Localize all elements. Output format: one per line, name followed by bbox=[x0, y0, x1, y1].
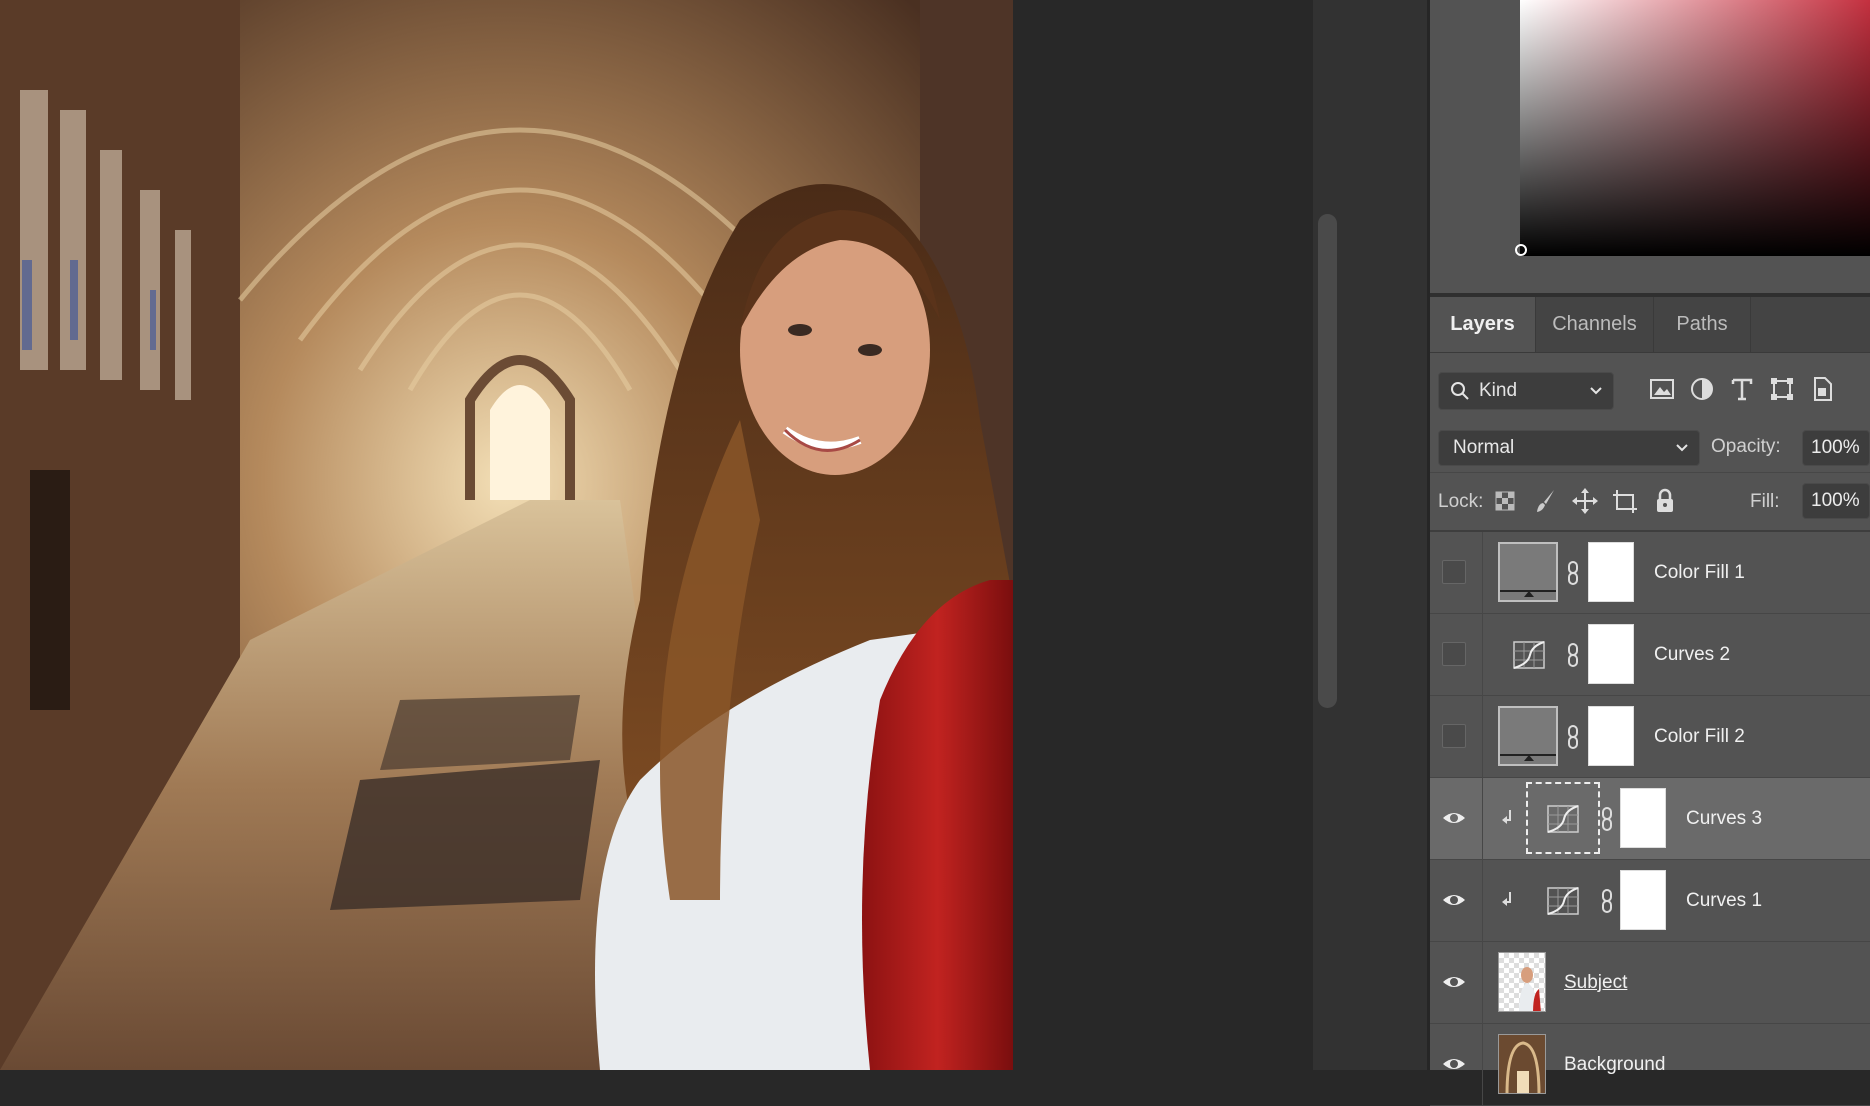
eye-icon[interactable] bbox=[1442, 970, 1466, 994]
tab-paths[interactable]: Paths bbox=[1654, 297, 1750, 352]
layer-row[interactable]: Background bbox=[1430, 1024, 1870, 1106]
layer-name[interactable]: Color Fill 2 bbox=[1654, 696, 1745, 778]
fill-label: Fill: bbox=[1750, 491, 1780, 512]
curves-icon[interactable] bbox=[1512, 638, 1546, 672]
right-panel: Layers Channels Paths Kind Normal Opacit… bbox=[1430, 0, 1870, 1106]
color-picker-marker[interactable] bbox=[1515, 244, 1527, 256]
adjustment-filter-icon[interactable] bbox=[1686, 376, 1718, 408]
blend-mode-value: Normal bbox=[1453, 437, 1515, 458]
layer-mask-thumbnail[interactable] bbox=[1588, 624, 1634, 684]
lock-label: Lock: bbox=[1438, 491, 1484, 512]
layer-row[interactable]: Curves 3 bbox=[1430, 778, 1870, 860]
layer-row[interactable]: Color Fill 1 bbox=[1430, 532, 1870, 614]
curves-icon[interactable] bbox=[1546, 802, 1580, 836]
document-canvas[interactable] bbox=[0, 0, 1013, 1070]
layer-filter-row: Kind bbox=[1430, 360, 1870, 420]
search-icon bbox=[1449, 373, 1471, 422]
background-layer-thumbnail[interactable] bbox=[1498, 1034, 1546, 1094]
kind-filter-select[interactable]: Kind bbox=[1438, 372, 1614, 410]
visibility-column-divider bbox=[1482, 860, 1483, 942]
eye-icon[interactable] bbox=[1442, 1052, 1466, 1076]
lock-row: Lock: Fill: 100% bbox=[1430, 474, 1870, 532]
lock-artboard-icon[interactable] bbox=[1610, 486, 1640, 516]
layer-name[interactable]: Subject bbox=[1564, 942, 1627, 1024]
lock-all-icon[interactable] bbox=[1650, 486, 1680, 516]
link-icon[interactable] bbox=[1566, 556, 1580, 590]
layer-row[interactable]: Subject bbox=[1430, 942, 1870, 1024]
layer-mask-thumbnail[interactable] bbox=[1588, 706, 1634, 766]
layer-row[interactable]: Color Fill 2 bbox=[1430, 696, 1870, 778]
image-filter-icon[interactable] bbox=[1646, 376, 1678, 408]
canvas-image bbox=[0, 0, 1013, 1070]
lock-position-icon[interactable] bbox=[1570, 486, 1600, 516]
clipping-arrow-icon bbox=[1500, 806, 1516, 830]
color-picker-field[interactable] bbox=[1520, 0, 1870, 256]
layer-mask-thumbnail[interactable] bbox=[1620, 870, 1666, 930]
layer-name[interactable]: Curves 1 bbox=[1686, 860, 1762, 942]
pasteboard bbox=[1013, 0, 1313, 1070]
link-icon[interactable] bbox=[1566, 720, 1580, 754]
tab-channels[interactable]: Channels bbox=[1536, 297, 1653, 352]
lock-transparent-pixels-icon[interactable] bbox=[1490, 486, 1520, 516]
layer-name[interactable]: Background bbox=[1564, 1024, 1665, 1106]
layers-list: Color Fill 1 Curves 2 Color Fill 2 Curve… bbox=[1430, 532, 1870, 1106]
link-icon[interactable] bbox=[1566, 638, 1580, 672]
eye-icon[interactable] bbox=[1442, 806, 1466, 830]
type-filter-icon[interactable] bbox=[1726, 376, 1758, 408]
eye-icon[interactable] bbox=[1442, 888, 1466, 912]
visibility-toggle[interactable] bbox=[1442, 642, 1466, 666]
color-fill-thumbnail[interactable] bbox=[1498, 542, 1558, 602]
layer-mask-thumbnail[interactable] bbox=[1620, 788, 1666, 848]
visibility-column-divider bbox=[1482, 614, 1483, 696]
layer-name[interactable]: Curves 3 bbox=[1686, 778, 1762, 860]
visibility-toggle[interactable] bbox=[1442, 724, 1466, 748]
link-icon[interactable] bbox=[1600, 884, 1614, 918]
color-fill-thumbnail[interactable] bbox=[1498, 706, 1558, 766]
smart-object-filter-icon[interactable] bbox=[1806, 376, 1838, 408]
visibility-column-divider bbox=[1482, 942, 1483, 1024]
chevron-down-icon bbox=[1675, 431, 1689, 477]
visibility-column-divider bbox=[1482, 1024, 1483, 1106]
visibility-toggle[interactable] bbox=[1442, 560, 1466, 584]
layer-mask-thumbnail[interactable] bbox=[1588, 542, 1634, 602]
fill-field[interactable]: 100% bbox=[1802, 483, 1870, 519]
layer-name[interactable]: Curves 2 bbox=[1654, 614, 1730, 696]
layer-row[interactable]: Curves 1 bbox=[1430, 860, 1870, 942]
color-panel bbox=[1430, 0, 1870, 293]
clipping-arrow-icon bbox=[1500, 888, 1516, 912]
scrollbar-thumb[interactable] bbox=[1318, 214, 1337, 708]
tab-layers[interactable]: Layers bbox=[1430, 297, 1535, 352]
layer-name[interactable]: Color Fill 1 bbox=[1654, 532, 1745, 614]
chevron-down-icon bbox=[1589, 373, 1603, 422]
visibility-column-divider bbox=[1482, 778, 1483, 860]
shape-filter-icon[interactable] bbox=[1766, 376, 1798, 408]
subject-layer-thumbnail[interactable] bbox=[1498, 952, 1546, 1012]
tab-separator bbox=[1750, 297, 1751, 352]
curves-icon[interactable] bbox=[1546, 884, 1580, 918]
opacity-label: Opacity: bbox=[1711, 436, 1781, 457]
link-icon[interactable] bbox=[1600, 802, 1614, 836]
kind-filter-label: Kind bbox=[1479, 380, 1518, 401]
blend-mode-row: Normal Opacity: 100% bbox=[1430, 420, 1870, 473]
visibility-column-divider bbox=[1482, 696, 1483, 778]
layer-row[interactable]: Curves 2 bbox=[1430, 614, 1870, 696]
opacity-field[interactable]: 100% bbox=[1802, 430, 1870, 466]
visibility-column-divider bbox=[1482, 532, 1483, 614]
layers-panel-tabs: Layers Channels Paths bbox=[1430, 297, 1870, 353]
blend-mode-select[interactable]: Normal bbox=[1438, 430, 1700, 466]
lock-image-pixels-icon[interactable] bbox=[1530, 486, 1560, 516]
